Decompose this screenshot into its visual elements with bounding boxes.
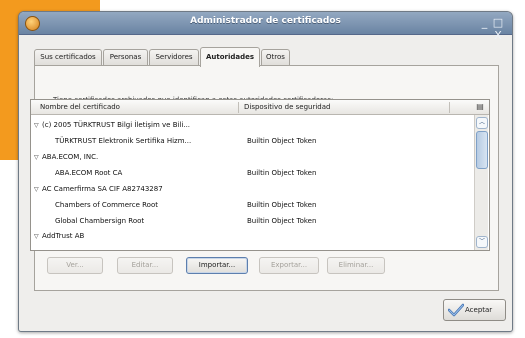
cert-device: Builtin Object Token [247, 169, 317, 177]
scroll-thumb[interactable] [476, 131, 488, 169]
edit-button[interactable]: Editar... [117, 257, 173, 274]
cert-group-name: AddTrust AB [42, 232, 85, 240]
tab-autoridades[interactable]: Autoridades [200, 47, 260, 67]
cert-name: Global Chambersign Root [55, 217, 145, 225]
import-button[interactable]: Importar... [186, 257, 248, 274]
cert-device: Builtin Object Token [247, 217, 317, 225]
list-item[interactable]: Chambers of Commerce Root Builtin Object… [31, 197, 468, 213]
expand-triangle-icon[interactable]: ▽ [34, 150, 42, 166]
cert-name: TÜRKTRUST Elektronik Sertifika Hizm... [55, 137, 192, 145]
list-item[interactable]: TÜRKTRUST Elektronik Sertifika Hizm... B… [31, 133, 468, 149]
check-ok-icon [448, 303, 464, 317]
title-bar[interactable]: Administrador de certificados _ □ X [19, 12, 512, 42]
column-header-name[interactable]: Nombre del certificado [40, 100, 120, 115]
scroll-down-icon[interactable]: ﹀ [476, 236, 488, 248]
cert-device: Builtin Object Token [247, 201, 317, 209]
export-button[interactable]: Exportar... [259, 257, 319, 274]
tab-personas[interactable]: Personas [103, 49, 148, 66]
cert-name: ABA.ECOM Root CA [55, 169, 123, 177]
cert-group-name: (c) 2005 TÜRKTRUST Bilgi İletişim ve Bil… [42, 121, 191, 129]
list-header: Nombre del certificado Dispositivo de se… [31, 100, 489, 115]
certificate-list[interactable]: Nombre del certificado Dispositivo de se… [30, 99, 490, 251]
tab-servidores[interactable]: Servidores [149, 49, 199, 66]
column-header-device[interactable]: Dispositivo de seguridad [244, 100, 330, 115]
cert-group-name: AC Camerfirma SA CIF A82743287 [42, 185, 163, 193]
tab-otros[interactable]: Otros [261, 49, 290, 66]
list-item[interactable]: ABA.ECOM Root CA Builtin Object Token [31, 165, 468, 181]
expand-triangle-icon[interactable]: ▽ [34, 118, 42, 134]
vertical-scrollbar[interactable]: ︿ ﹀ [474, 115, 488, 250]
window-title: Administrador de certificados [190, 16, 341, 26]
delete-button[interactable]: Eliminar... [327, 257, 385, 274]
expand-triangle-icon[interactable]: ▽ [34, 182, 42, 198]
list-item[interactable]: ▽ (c) 2005 TÜRKTRUST Bilgi İletişim ve Bi… [31, 117, 468, 133]
column-picker-icon[interactable]: ▤ [475, 102, 485, 112]
tab-sus-certificados[interactable]: Sus certificados [34, 49, 102, 66]
list-item[interactable]: ▽ AC Camerfirma SA CIF A82743287 [31, 181, 468, 197]
column-separator [238, 102, 239, 113]
list-item[interactable]: Global Chambersign Root Builtin Object T… [31, 213, 468, 229]
ok-button[interactable]: Aceptar [443, 299, 506, 321]
cert-group-name: ABA.ECOM, INC. [42, 153, 99, 161]
scroll-up-icon[interactable]: ︿ [476, 117, 488, 129]
list-item[interactable]: ▽ AddTrust AB [31, 231, 468, 240]
close-button[interactable]: □ X [489, 16, 507, 42]
expand-triangle-icon[interactable]: ▽ [34, 231, 42, 240]
column-separator [449, 102, 450, 113]
view-button[interactable]: Ver... [47, 257, 103, 274]
screenshot: Administrador de certificados _ □ X Sus … [0, 0, 525, 338]
cert-name: Chambers of Commerce Root [55, 201, 158, 209]
cert-device: Builtin Object Token [247, 137, 317, 145]
ok-button-label: Aceptar [465, 306, 493, 314]
list-item[interactable]: ▽ ABA.ECOM, INC. [31, 149, 468, 165]
